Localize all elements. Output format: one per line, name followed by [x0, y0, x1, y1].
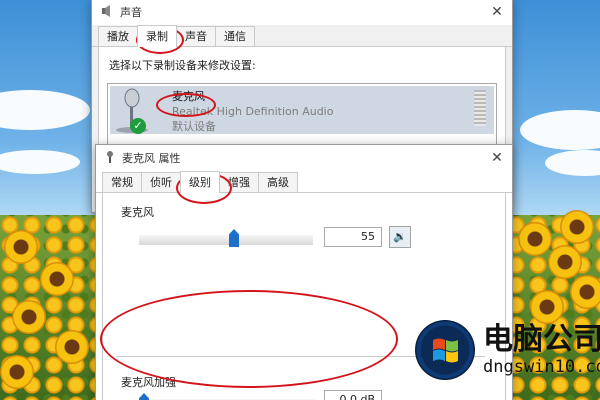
sound-title-bar[interactable]: 声音 ✕ [92, 0, 512, 25]
microphone-level-slider[interactable] [139, 225, 313, 251]
microphone-level-value[interactable]: 55 [324, 227, 382, 247]
device-driver: Realtek High Definition Audio [172, 105, 334, 118]
microphone-boost-slider[interactable] [139, 389, 315, 400]
tab-general[interactable]: 常规 [102, 172, 142, 192]
microphone-level-label: 麦克风 [119, 204, 156, 220]
sound-window-title: 声音 [120, 6, 142, 19]
microphone-boost-thumb[interactable] [139, 393, 149, 400]
input-level-meter [474, 90, 486, 126]
device-status: 默认设备 [172, 120, 216, 133]
windows-logo-icon [415, 320, 475, 380]
microphone-small-icon [104, 150, 116, 166]
tab-recording[interactable]: 录制 [137, 25, 177, 47]
speaker-icon[interactable]: 🔉 [389, 226, 411, 248]
close-icon[interactable]: ✕ [482, 4, 512, 20]
tab-listen[interactable]: 侦听 [141, 172, 181, 192]
microphone-level-thumb[interactable] [229, 229, 239, 247]
props-tabs: 常规 侦听 级别 增强 高级 [96, 171, 512, 193]
recording-instruction: 选择以下录制设备来修改设置: [109, 59, 256, 72]
device-name: 麦克风 [172, 90, 205, 103]
speaker-app-icon [100, 4, 114, 21]
microphone-boost-label: 麦克风加强 [119, 374, 178, 390]
default-device-check-icon: ✓ [130, 118, 146, 134]
watermark: 电脑公司 dngswin10.com [415, 320, 600, 380]
props-window-title: 麦克风 属性 [122, 152, 181, 165]
tab-advanced[interactable]: 高级 [258, 172, 298, 192]
tab-levels[interactable]: 级别 [180, 171, 220, 193]
tab-sounds[interactable]: 声音 [176, 26, 216, 46]
close-icon[interactable]: ✕ [482, 150, 512, 166]
tab-enhancements[interactable]: 增强 [219, 172, 259, 192]
watermark-url: dngswin10.com [483, 357, 600, 377]
list-item-microphone[interactable]: ✓ 麦克风 Realtek High Definition Audio 默认设备 [110, 86, 494, 134]
watermark-brand: 电脑公司 [483, 322, 600, 357]
microphone-boost-value[interactable]: 0.0 dB [324, 390, 382, 400]
microphone-icon: ✓ [110, 86, 158, 134]
props-title-bar[interactable]: 麦克风 属性 ✕ [96, 145, 512, 171]
tab-communications[interactable]: 通信 [215, 26, 255, 46]
tab-playback[interactable]: 播放 [98, 26, 138, 46]
sound-tabs: 播放 录制 声音 通信 [92, 25, 512, 47]
